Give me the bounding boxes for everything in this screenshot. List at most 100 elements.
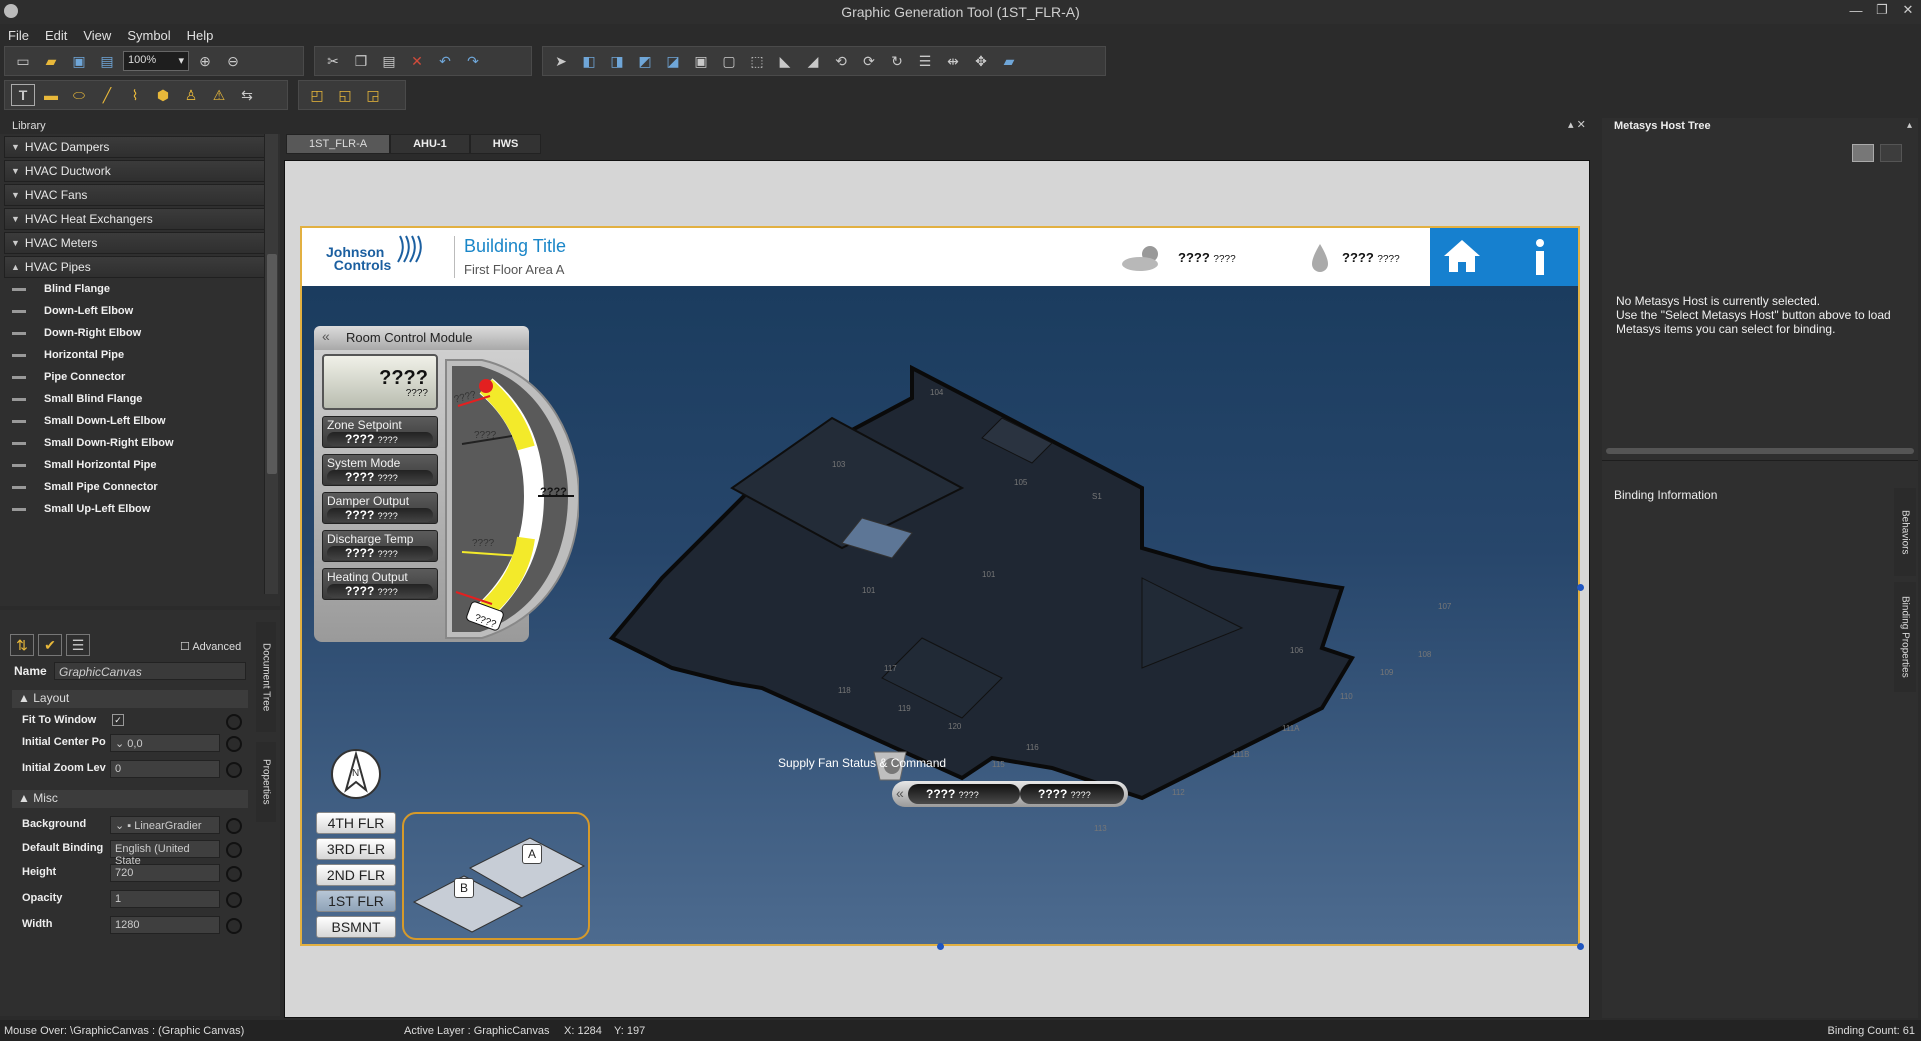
polygon-tool-icon[interactable]: ⬢ bbox=[151, 84, 175, 106]
collapse-icon[interactable]: « bbox=[896, 785, 904, 801]
library-item[interactable]: Small Pipe Connector bbox=[0, 476, 280, 498]
sort-icon[interactable]: ⇅ bbox=[10, 634, 34, 656]
middle-shape-icon[interactable]: ◱ bbox=[333, 84, 357, 106]
front-shape-icon[interactable]: ◰ bbox=[305, 84, 329, 106]
bring-forward-icon[interactable]: ◨ bbox=[605, 50, 629, 72]
rectangle-tool-icon[interactable]: ▬ bbox=[39, 84, 63, 106]
binding-dot[interactable] bbox=[226, 842, 242, 858]
binding-dot[interactable] bbox=[226, 818, 242, 834]
background-field[interactable]: ⌄ ▪ LinearGradier bbox=[110, 816, 220, 834]
select-host-icon[interactable] bbox=[1852, 144, 1874, 162]
height-field[interactable]: 720 bbox=[110, 864, 220, 882]
library-item[interactable]: Small Horizontal Pipe bbox=[0, 454, 280, 476]
tab-ahu-1[interactable]: AHU-1 bbox=[390, 134, 470, 154]
floor-3rd-button[interactable]: 3RD FLR bbox=[316, 838, 396, 860]
tab-hws[interactable]: HWS bbox=[469, 134, 542, 154]
tab-behaviors[interactable]: Behaviors bbox=[1894, 488, 1916, 576]
copy-icon[interactable]: ❐ bbox=[349, 50, 373, 72]
menu-file[interactable]: File bbox=[8, 28, 29, 43]
menu-view[interactable]: View bbox=[83, 28, 111, 43]
select-pointer-icon[interactable]: ➤ bbox=[549, 50, 573, 72]
tab-properties[interactable]: Properties bbox=[256, 742, 276, 822]
layer-icon[interactable]: ▰ bbox=[997, 50, 1021, 72]
library-category-ductwork[interactable]: ▼ HVAC Ductwork bbox=[4, 160, 276, 182]
info-icon[interactable] bbox=[1530, 238, 1550, 276]
list-view-icon[interactable]: ☰ bbox=[66, 634, 90, 656]
close-button[interactable]: ✕ bbox=[1895, 0, 1921, 20]
align-icon[interactable]: ☰ bbox=[913, 50, 937, 72]
pin-icon[interactable]: ▴ bbox=[1907, 120, 1912, 131]
floor-1st-button[interactable]: 1ST FLR bbox=[316, 890, 396, 912]
panel-splitter[interactable] bbox=[1602, 460, 1918, 461]
floor-2nd-button[interactable]: 2ND FLR bbox=[316, 864, 396, 886]
library-category-meters[interactable]: ▼ HVAC Meters bbox=[4, 232, 276, 254]
resize-handle[interactable] bbox=[937, 943, 944, 950]
width-field[interactable]: 1280 bbox=[110, 916, 220, 934]
library-item[interactable]: Down-Left Elbow bbox=[0, 300, 280, 322]
zoom-select[interactable]: 100% ▾ bbox=[123, 51, 189, 71]
floor-4th-button[interactable]: 4TH FLR bbox=[316, 812, 396, 834]
delete-icon[interactable]: ✕ bbox=[405, 50, 429, 72]
library-item[interactable]: Small Down-Right Elbow bbox=[0, 432, 280, 454]
flip-icon[interactable]: ◣ bbox=[773, 50, 797, 72]
tab-binding-properties[interactable]: Binding Properties bbox=[1894, 582, 1916, 692]
restore-button[interactable]: ❐ bbox=[1869, 0, 1895, 20]
library-category-fans[interactable]: ▼ HVAC Fans bbox=[4, 184, 276, 206]
ellipse-tool-icon[interactable]: ⬭ bbox=[67, 84, 91, 106]
misc-section[interactable]: ▲ Misc bbox=[12, 790, 248, 808]
send-backward-icon[interactable]: ◩ bbox=[633, 50, 657, 72]
area-b-button[interactable]: B bbox=[454, 878, 474, 898]
advanced-checkbox[interactable]: ☐ Advanced bbox=[180, 640, 241, 653]
resize-icon[interactable]: ⬚ bbox=[745, 50, 769, 72]
area-a-button[interactable]: A bbox=[522, 844, 542, 864]
library-item[interactable]: Small Blind Flange bbox=[0, 388, 280, 410]
floor-bsmnt-button[interactable]: BSMNT bbox=[316, 916, 396, 938]
initial-center-field[interactable]: ⌄ 0,0 bbox=[110, 734, 220, 752]
back-shape-icon[interactable]: ◲ bbox=[361, 84, 385, 106]
paste-icon[interactable]: ▤ bbox=[377, 50, 401, 72]
ungroup-icon[interactable]: ▢ bbox=[717, 50, 741, 72]
menu-edit[interactable]: Edit bbox=[45, 28, 67, 43]
symbol-tool-icon[interactable]: ♙ bbox=[179, 84, 203, 106]
host-tree-scrollbar[interactable] bbox=[1606, 448, 1914, 454]
move-icon[interactable]: ✥ bbox=[969, 50, 993, 72]
library-item[interactable]: Horizontal Pipe bbox=[0, 344, 280, 366]
refresh-host-icon[interactable] bbox=[1880, 144, 1902, 162]
group-icon[interactable]: ▣ bbox=[689, 50, 713, 72]
binding-dot[interactable] bbox=[226, 918, 242, 934]
default-binding-field[interactable]: English (United State bbox=[110, 840, 220, 867]
resize-handle[interactable] bbox=[1577, 584, 1584, 591]
rotate-icon[interactable]: ↻ bbox=[885, 50, 909, 72]
polyline-tool-icon[interactable]: ⌇ bbox=[123, 84, 147, 106]
distribute-icon[interactable]: ⇹ bbox=[941, 50, 965, 72]
alarm-tool-icon[interactable]: ⚠ bbox=[207, 84, 231, 106]
library-item[interactable]: Down-Right Elbow bbox=[0, 322, 280, 344]
bring-front-icon[interactable]: ◧ bbox=[577, 50, 601, 72]
text-tool-icon[interactable]: T bbox=[11, 84, 35, 106]
new-icon[interactable]: ▭ bbox=[11, 50, 35, 72]
zoom-in-icon[interactable]: ⊕ bbox=[193, 50, 217, 72]
library-item[interactable]: Small Down-Left Elbow bbox=[0, 410, 280, 432]
layout-section[interactable]: ▲ Layout bbox=[12, 690, 248, 708]
rotate-right-icon[interactable]: ⟳ bbox=[857, 50, 881, 72]
binding-dot[interactable] bbox=[226, 892, 242, 908]
library-category-dampers[interactable]: ▼ HVAC Dampers bbox=[4, 136, 276, 158]
save-icon[interactable]: ▣ bbox=[67, 50, 91, 72]
opacity-field[interactable]: 1 bbox=[110, 890, 220, 908]
library-item[interactable]: Pipe Connector bbox=[0, 366, 280, 388]
binding-dot[interactable] bbox=[226, 762, 242, 778]
binding-dot[interactable] bbox=[226, 714, 242, 730]
library-category-heat-exchangers[interactable]: ▼ HVAC Heat Exchangers bbox=[4, 208, 276, 230]
damper-output-row[interactable]: Damper Output???? ???? bbox=[322, 492, 438, 524]
open-icon[interactable]: ▰ bbox=[39, 50, 63, 72]
name-field[interactable]: GraphicCanvas bbox=[54, 662, 246, 680]
supply-fan-command[interactable]: ???? ???? bbox=[1020, 784, 1124, 804]
fit-to-window-checkbox[interactable]: ✓ bbox=[112, 714, 124, 726]
discharge-temp-row[interactable]: Discharge Temp???? ???? bbox=[322, 530, 438, 562]
binding-dot[interactable] bbox=[226, 736, 242, 752]
link-tool-icon[interactable]: ⇆ bbox=[235, 84, 259, 106]
line-tool-icon[interactable]: ╱ bbox=[95, 84, 119, 106]
check-icon[interactable]: ✔ bbox=[38, 634, 62, 656]
tab-document-tree[interactable]: Document Tree bbox=[256, 622, 276, 732]
zone-setpoint-row[interactable]: Zone Setpoint???? ???? bbox=[322, 416, 438, 448]
